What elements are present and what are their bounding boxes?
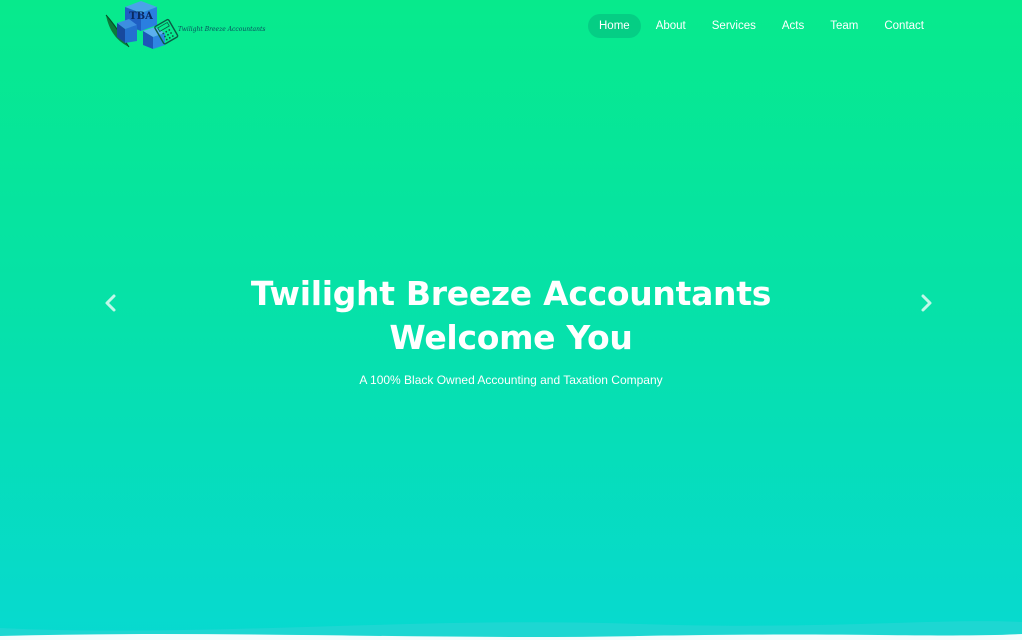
chevron-left-icon [105,294,116,312]
carousel-next-button[interactable] [914,290,938,316]
hero-carousel: Twilight Breeze Accountants Welcome You … [0,0,1022,640]
hero-subtitle: A 100% Black Owned Accounting and Taxati… [359,373,663,387]
chevron-right-icon [921,294,932,312]
hero-title-line1: Twilight Breeze Accountants [250,274,772,314]
hero-title-line2: Welcome You [389,318,633,358]
hero-title: Twilight Breeze Accountants Welcome You [211,272,811,360]
hero-wave-divider [0,621,1022,640]
carousel-prev-button[interactable] [99,290,123,316]
